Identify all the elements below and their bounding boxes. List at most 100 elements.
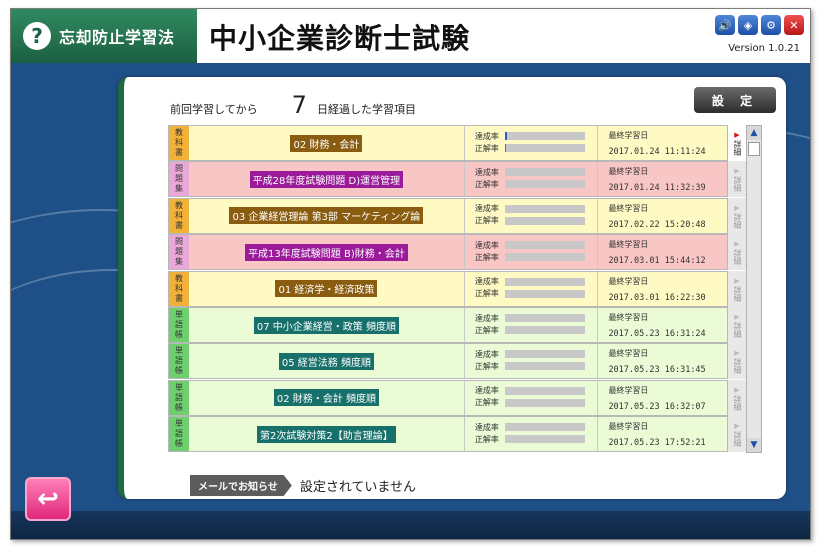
version-label: Version 1.0.21 bbox=[728, 43, 800, 54]
item-stats: 達成率 正解率 bbox=[463, 271, 598, 306]
detail-label: 詳細 bbox=[733, 358, 742, 375]
close-icon[interactable]: ✕ bbox=[784, 15, 804, 35]
item-subject: 第2次試験対策2【助言理論】 bbox=[189, 417, 464, 451]
last-study-date: 2017.01.24 11:11:24 bbox=[608, 147, 706, 157]
item-subject-label: 05 経営法務 頻度順 bbox=[278, 352, 374, 370]
mail-notification-button[interactable]: メールでお知らせ bbox=[190, 475, 292, 496]
achievement-rate: 達成率 bbox=[475, 166, 598, 178]
item-type-char: 科 bbox=[174, 210, 183, 220]
item-type-char: 単 bbox=[174, 419, 183, 429]
settings-button[interactable]: 設 定 bbox=[694, 87, 776, 113]
last-study-label: 最終学習日 bbox=[608, 131, 649, 140]
last-study-date: 2017.05.23 16:31:45 bbox=[608, 365, 706, 376]
last-study-date: 2017.03.01 15:44:12 bbox=[608, 256, 706, 267]
correct-rate-bar bbox=[504, 180, 585, 189]
correct-rate-label: 正解率 bbox=[474, 143, 499, 153]
study-item-row[interactable]: 教科書 03 企業経営理論 第3部 マーケティング論 達成率 正解率 最終学習日 2017… bbox=[168, 197, 728, 234]
item-type-char: 題 bbox=[174, 247, 183, 257]
study-item-row[interactable]: 単語帳第2次試験対策2【助言理論】 達成率 正解率 最終学習日 2017.05.23 1… bbox=[168, 416, 728, 453]
item-type-char: 科 bbox=[174, 138, 183, 147]
achievement-rate-bar bbox=[504, 386, 585, 395]
detail-button[interactable]: ▶ 詳細 bbox=[728, 197, 746, 234]
item-subject-label: 平成28年度試験問題 D)運営管理 bbox=[249, 170, 404, 188]
item-type-char: 教 bbox=[174, 128, 183, 137]
achievement-rate: 達成率 bbox=[475, 239, 598, 251]
detail-button[interactable]: ▶ 詳細 bbox=[728, 125, 746, 161]
detail-button[interactable]: ▶ 詳細 bbox=[728, 416, 746, 453]
back-button[interactable]: ↩ bbox=[25, 477, 71, 521]
correct-rate-bar bbox=[504, 326, 585, 334]
detail-button[interactable]: ▶ 詳細 bbox=[728, 161, 746, 198]
item-subject: 01 経済学・経済政策 bbox=[189, 272, 464, 306]
correct-rate: 正解率 bbox=[475, 178, 598, 190]
item-type-char: 語 bbox=[174, 429, 183, 439]
achievement-rate: 達成率 bbox=[475, 312, 598, 324]
header-buttons: 🔊 ◈ ⚙ ✕ bbox=[715, 15, 804, 35]
item-type-char: 語 bbox=[174, 392, 183, 402]
last-study-label: 最終学習日 bbox=[608, 203, 649, 213]
item-type-tag: 単語帳 bbox=[169, 380, 189, 415]
elapsed-suffix: 日経過した学習項目 bbox=[316, 103, 416, 116]
item-last-study: 最終学習日 2017.03.01 16:22:30 bbox=[597, 271, 727, 306]
detail-button[interactable]: ▶ 詳細 bbox=[728, 379, 746, 416]
play-triangle-icon: ▶ bbox=[734, 313, 740, 321]
help-icon[interactable]: ? bbox=[23, 22, 51, 50]
correct-rate: 正解率 bbox=[475, 360, 598, 372]
achievement-rate-label: 達成率 bbox=[474, 277, 499, 287]
detail-button[interactable]: ▶ 詳細 bbox=[728, 343, 746, 380]
study-item-row[interactable]: 教科書 01 経済学・経済政策 達成率 正解率 最終学習日 2017.03.01 16:2… bbox=[168, 270, 728, 307]
item-stats: 達成率 正解率 bbox=[463, 308, 598, 342]
item-subject-label: 02 財務・会計 bbox=[290, 134, 363, 152]
scroll-down-icon[interactable]: ▼ bbox=[747, 438, 761, 452]
header: ? 忘却防止学習法 中小企業診断士試験 🔊 ◈ ⚙ ✕ Version 1.0.21 bbox=[11, 9, 810, 63]
scroll-up-icon[interactable]: ▲ bbox=[747, 126, 761, 140]
achievement-rate: 達成率 bbox=[475, 348, 598, 360]
correct-rate-label: 正解率 bbox=[474, 179, 499, 189]
item-type-char: 集 bbox=[174, 257, 183, 267]
item-subject-label: 第2次試験対策2【助言理論】 bbox=[257, 425, 396, 443]
detail-label: 詳細 bbox=[733, 285, 742, 302]
item-type-char: 題 bbox=[174, 174, 183, 184]
study-item-row[interactable]: 教科書 02 財務・会計 達成率 正解率 最終学習日 2017.01.24 11:11:2… bbox=[168, 125, 728, 161]
item-type-char: 単 bbox=[174, 310, 183, 319]
detail-button[interactable]: ▶ 詳細 bbox=[728, 270, 746, 307]
play-triangle-icon: ▶ bbox=[734, 276, 740, 285]
scrollbar[interactable]: ▲ ▼ bbox=[746, 125, 762, 453]
last-study-date: 2017.05.23 16:32:07 bbox=[608, 401, 706, 412]
achievement-rate-label: 達成率 bbox=[474, 167, 499, 177]
cube-icon[interactable]: ◈ bbox=[738, 15, 758, 35]
item-subject-label: 02 財務・会計 頻度順 bbox=[273, 389, 379, 407]
correct-rate: 正解率 bbox=[475, 433, 598, 445]
detail-button[interactable]: ▶ 詳細 bbox=[728, 234, 746, 271]
item-type-tag: 単語帳 bbox=[169, 417, 189, 452]
detail-label: 詳細 bbox=[733, 322, 742, 338]
study-item-row[interactable]: 単語帳 02 財務・会計 頻度順 達成率 正解率 最終学習日 2017.05.23 16:… bbox=[168, 379, 728, 416]
gear-icon[interactable]: ⚙ bbox=[761, 15, 781, 35]
detail-button[interactable]: ▶ 詳細 bbox=[728, 307, 746, 343]
item-subject-label: 平成13年度試験問題 B)財務・会計 bbox=[245, 243, 408, 261]
study-item-row[interactable]: 単語帳 07 中小企業経営・政策 頻度順 達成率 正解率 最終学習日 2017.05.23… bbox=[168, 307, 728, 343]
last-study-date: 2017.01.24 11:32:39 bbox=[608, 183, 706, 194]
item-subject: 平成13年度試験問題 B)財務・会計 bbox=[189, 235, 464, 269]
study-item-row[interactable]: 問題集平成13年度試験問題 B)財務・会計 達成率 正解率 最終学習日 2017.03.… bbox=[168, 234, 728, 271]
play-triangle-icon: ▶ bbox=[734, 240, 740, 249]
item-type-char: 問 bbox=[174, 237, 183, 247]
last-study-label: 最終学習日 bbox=[608, 240, 649, 250]
achievement-rate-bar bbox=[504, 350, 585, 359]
correct-rate-fill bbox=[504, 144, 507, 152]
achievement-rate: 達成率 bbox=[475, 203, 598, 215]
item-type-tag: 教科書 bbox=[169, 271, 189, 306]
scroll-thumb[interactable] bbox=[748, 142, 760, 156]
item-last-study: 最終学習日 2017.01.24 11:11:24 bbox=[597, 126, 727, 160]
mail-status: 設定されていません bbox=[299, 480, 417, 495]
achievement-rate: 達成率 bbox=[475, 276, 598, 288]
sound-icon[interactable]: 🔊 bbox=[715, 15, 735, 35]
study-item-row[interactable]: 単語帳 05 経営法務 頻度順 達成率 正解率 最終学習日 2017.05.23 16:3… bbox=[168, 343, 728, 380]
item-type-char: 帳 bbox=[174, 439, 183, 449]
item-stats: 達成率 正解率 bbox=[463, 380, 598, 415]
item-type-char: 帳 bbox=[174, 330, 183, 339]
play-triangle-icon: ▶ bbox=[734, 349, 740, 358]
last-study-date: 2017.02.22 15:20:48 bbox=[608, 219, 706, 230]
study-item-row[interactable]: 問題集平成28年度試験問題 D)運営管理 達成率 正解率 最終学習日 2017.01.2… bbox=[168, 161, 728, 198]
last-study-label: 最終学習日 bbox=[608, 349, 649, 359]
